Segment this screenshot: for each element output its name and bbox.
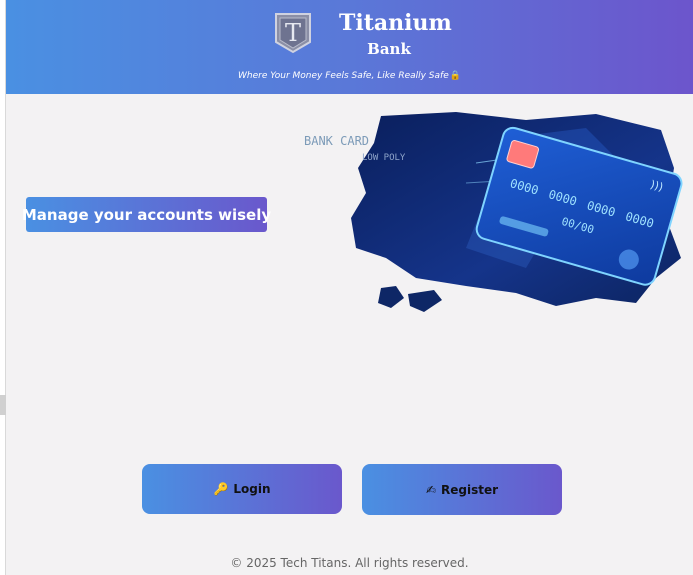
manage-accounts-badge: Manage your accounts wisely — [22, 197, 271, 232]
tagline: Where Your Money Feels Safe, Like Really… — [6, 70, 693, 82]
illustration-caption: BANK CARD — [304, 134, 369, 148]
site-footer: © 2025 Tech Titans. All rights reserved. — [230, 556, 469, 570]
illustration-subcaption: LOW POLY — [362, 153, 406, 163]
register-label: Register — [441, 482, 499, 497]
titanium-logo-icon: T — [275, 13, 311, 54]
login-label: Login — [233, 482, 271, 496]
logo-letter: T — [285, 19, 301, 47]
brand-name: Titanium — [339, 10, 452, 36]
brand-subtitle: Bank — [367, 40, 411, 58]
writing-hand-icon: ✍ — [425, 482, 437, 497]
register-button[interactable]: ✍ Register — [362, 464, 562, 515]
bank-card-illustration: 0000 0000 0000 0000 00/00 ))) BANK CARD … — [304, 112, 683, 312]
key-icon: 🔑 — [213, 482, 229, 496]
scroll-marker — [0, 395, 6, 415]
tagline-text: Where Your Money Feels Safe, Like Really… — [238, 71, 449, 81]
splash-drop — [408, 290, 442, 312]
site-header: T Titanium Bank Where Your Money Feels S… — [6, 0, 693, 94]
login-button[interactable]: 🔑 Login — [142, 464, 342, 514]
splash-drop — [378, 286, 404, 308]
lock-icon: 🔒 — [449, 71, 461, 81]
